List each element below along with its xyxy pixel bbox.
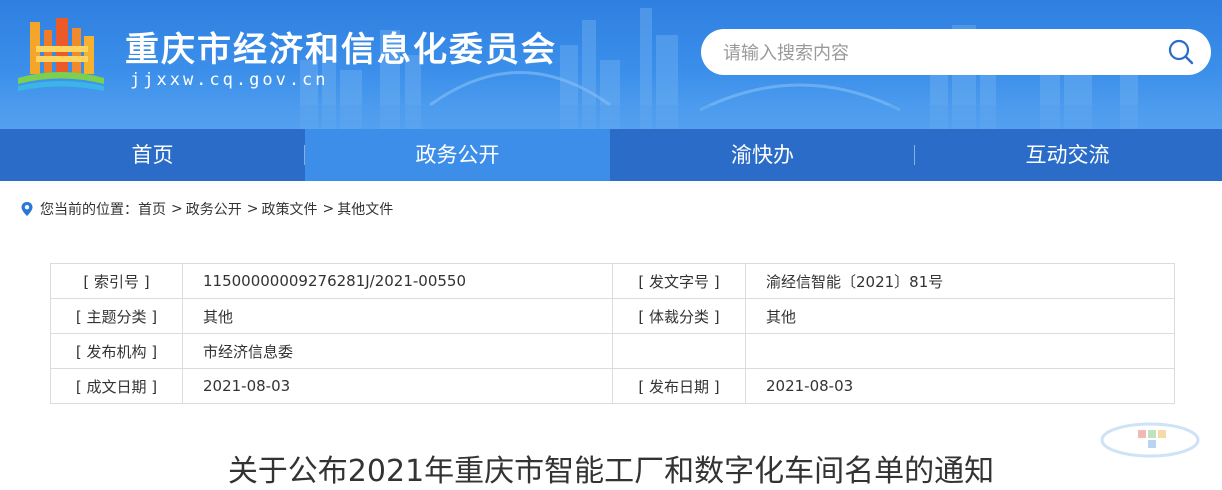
- index-number-value: 11500000009276281J/2021-00550: [182, 263, 613, 299]
- breadcrumb-prefix: 您当前的位置：: [40, 202, 138, 218]
- site-title: 重庆市经济和信息化委员会: [125, 30, 557, 70]
- government-building-logo: [18, 18, 104, 91]
- genre-category-value: 其他: [745, 298, 1175, 334]
- breadcrumb: 您当前的位置： 首页 > 政务公开 > 政策文件 > 其他文件: [20, 199, 393, 219]
- table-row: [ 主题分类 ] 其他 [ 体裁分类 ] 其他: [50, 298, 1175, 334]
- nav-item-home[interactable]: 首页: [0, 129, 305, 181]
- document-info-table: [ 索引号 ] 11500000009276281J/2021-00550 [ …: [50, 263, 1175, 404]
- table-row: [ 发布机构 ] 市经济信息委: [50, 333, 1175, 369]
- search-input[interactable]: [721, 38, 1145, 68]
- empty-value-cell: [745, 333, 1175, 369]
- nav-item-government-affairs[interactable]: 政务公开: [305, 129, 610, 181]
- table-row: [ 索引号 ] 11500000009276281J/2021-00550 [ …: [50, 263, 1175, 299]
- breadcrumb-separator: >: [246, 201, 259, 217]
- search-icon[interactable]: [1167, 38, 1195, 66]
- empty-label-cell: [612, 333, 746, 369]
- watermark-logo: [1100, 422, 1200, 458]
- breadcrumb-separator: >: [322, 201, 335, 217]
- topic-category-value: 其他: [182, 298, 613, 334]
- nav-item-label: 渝快办: [731, 143, 794, 167]
- index-number-label: [ 索引号 ]: [50, 263, 183, 299]
- search-box: [701, 29, 1211, 75]
- breadcrumb-other-documents[interactable]: 其他文件: [337, 199, 393, 219]
- document-number-value: 渝经信智能〔2021〕81号: [745, 263, 1175, 299]
- nav-item-label: 政务公开: [415, 143, 500, 167]
- publish-date-label: [ 发布日期 ]: [612, 368, 746, 404]
- site-header: 重庆市经济和信息化委员会 jjxxw.cq.gov.cn: [0, 0, 1222, 129]
- breadcrumb-government-affairs[interactable]: 政务公开: [186, 199, 242, 219]
- breadcrumb-separator: >: [171, 201, 183, 217]
- document-title: 关于公布2021年重庆市智能工厂和数字化车间名单的通知: [227, 454, 995, 489]
- site-url: jjxxw.cq.gov.cn: [130, 70, 329, 90]
- nav-item-yukuaiban[interactable]: 渝快办: [610, 129, 915, 181]
- breadcrumb-policy-documents[interactable]: 政策文件: [261, 199, 317, 219]
- genre-category-label: [ 体裁分类 ]: [612, 298, 746, 334]
- nav-item-label: 互动交流: [1025, 143, 1110, 167]
- issuing-agency-label: [ 发布机构 ]: [50, 333, 183, 369]
- document-number-label: [ 发文字号 ]: [612, 263, 746, 299]
- topic-category-label: [ 主题分类 ]: [50, 298, 183, 334]
- written-date-value: 2021-08-03: [182, 368, 613, 404]
- nav-item-interaction[interactable]: 互动交流: [915, 129, 1220, 181]
- publish-date-value: 2021-08-03: [745, 368, 1175, 404]
- nav-item-label: 首页: [131, 143, 174, 167]
- table-row: [ 成文日期 ] 2021-08-03 [ 发布日期 ] 2021-08-03: [50, 368, 1175, 404]
- main-nav: 首页 政务公开 渝快办 互动交流: [0, 129, 1222, 181]
- issuing-agency-value: 市经济信息委: [182, 333, 613, 369]
- breadcrumb-home[interactable]: 首页: [138, 199, 166, 219]
- written-date-label: [ 成文日期 ]: [50, 368, 183, 404]
- location-pin-icon: [21, 202, 33, 216]
